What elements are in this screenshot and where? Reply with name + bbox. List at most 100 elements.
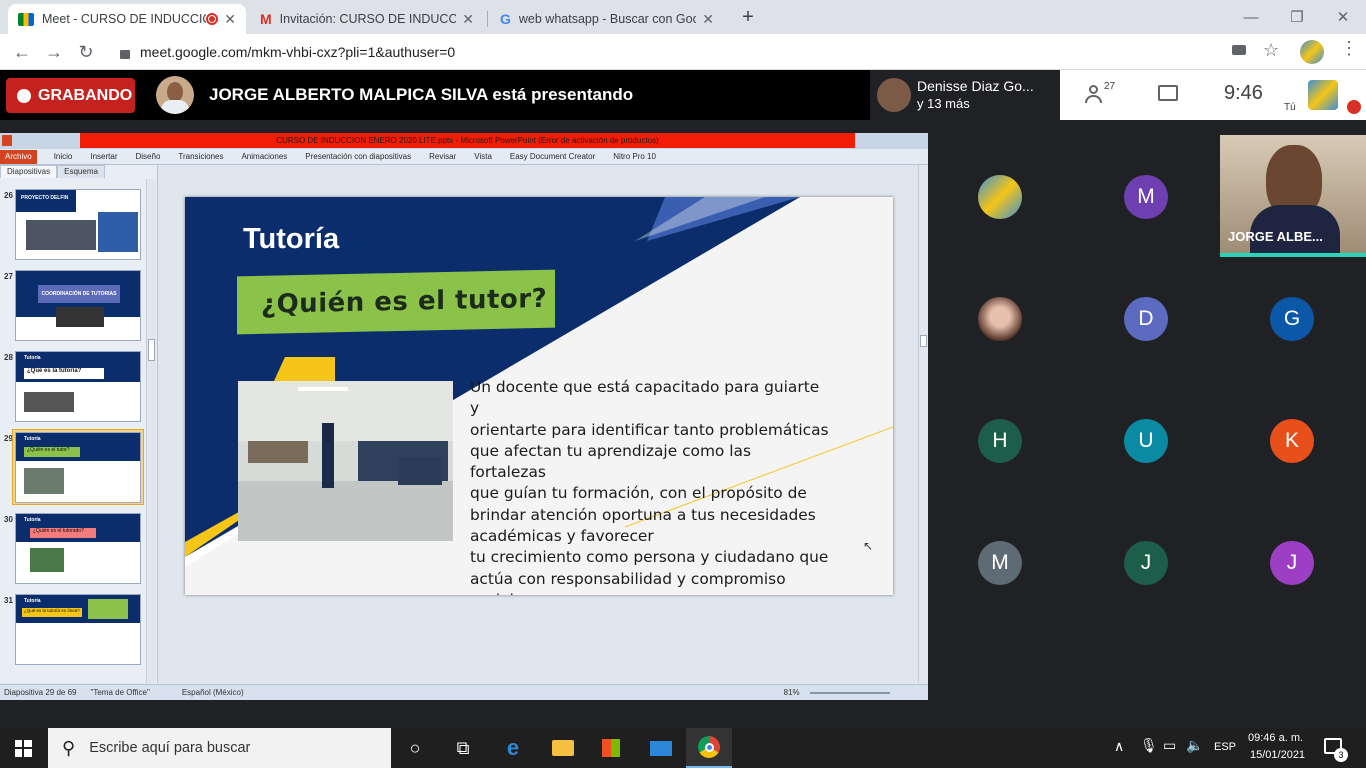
ribbon-presentacion[interactable]: Presentación con diapositivas [305, 152, 411, 161]
participant-initial: G [1283, 307, 1301, 330]
thumbnail-slide-27[interactable]: COORDINACIÓN DE TUTORIAS [15, 270, 141, 341]
thumb-number: 26 [4, 191, 13, 200]
participant-initial: H [992, 429, 1008, 452]
chevron-up-icon[interactable]: ∧ [1114, 738, 1124, 755]
thumb-number: 31 [4, 596, 13, 605]
slide-scrollbar[interactable] [918, 165, 928, 683]
microphone-icon[interactable]: 🎙 [1140, 737, 1158, 754]
ribbon-diseno[interactable]: Diseño [136, 152, 161, 161]
chrome-icon[interactable] [686, 728, 732, 768]
slide-body-text: Un docente que está capacitado para guia… [470, 377, 830, 595]
ribbon-vista[interactable]: Vista [474, 152, 492, 161]
participant-avatar[interactable]: J [1124, 541, 1168, 585]
body-line: que guían tu formación, con el propósito… [470, 484, 807, 503]
meeting-clock: 9:46 [1224, 82, 1263, 104]
self-avatar [1308, 80, 1338, 110]
back-arrow-icon[interactable]: ← [10, 40, 34, 64]
tab-diapositivas[interactable]: Diapositivas [0, 165, 58, 178]
zoom-slider[interactable] [809, 691, 890, 694]
browser-tab-strip: Meet - CURSO DE INDUCCIO ✕ M Invitación:… [0, 0, 1366, 34]
ppt-title-bar: CURSO DE INDUCCION ENERO 2020 LITE.pptx … [0, 133, 928, 149]
participant-avatar[interactable] [978, 297, 1022, 341]
participant-avatar[interactable]: M [1124, 175, 1168, 219]
participant-preview[interactable]: Denisse Diaz Go... y 13 más [870, 70, 1060, 120]
slide-banner: ¿Quién es el tutor? [237, 269, 555, 335]
network-icon[interactable]: ▭ [1163, 737, 1176, 754]
featured-participant-tile[interactable]: JORGE ALBE... [1220, 135, 1366, 257]
ribbon-easy-document[interactable]: Easy Document Creator [510, 152, 595, 161]
close-tab-icon[interactable]: ✕ [462, 11, 474, 28]
participant-initial: U [1138, 429, 1154, 452]
notification-count: 3 [1334, 748, 1348, 762]
ribbon-archivo[interactable]: Archivo [0, 149, 37, 164]
star-icon[interactable]: ☆ [1263, 40, 1279, 61]
tab-google-search[interactable]: G web whatsapp - Buscar con Goo ✕ [490, 4, 724, 34]
tab-meet[interactable]: Meet - CURSO DE INDUCCIO ✕ [8, 4, 246, 34]
thumbnail-slide-31[interactable]: Tutoría ¿Qué es la tutoría en línea? [15, 594, 141, 665]
language-indicator[interactable]: ESP [1214, 741, 1236, 753]
thumbnail-slide-29[interactable]: Tutoría ¿Quién es el tutor? [15, 432, 141, 503]
participant-avatar[interactable] [978, 175, 1022, 219]
cortana-icon[interactable]: ○ [392, 728, 438, 768]
close-tab-icon[interactable]: ✕ [224, 11, 236, 28]
new-tab-button[interactable]: + [736, 4, 760, 30]
participant-avatar[interactable]: H [978, 419, 1022, 463]
close-tab-icon[interactable]: ✕ [702, 11, 714, 28]
body-line: que afectan tu aprendizaje como las fort… [470, 441, 751, 482]
store-icon[interactable] [588, 728, 634, 768]
clock-date[interactable]: 15/01/2021 [1250, 749, 1305, 761]
meet-favicon-icon [18, 12, 34, 26]
close-window-button[interactable]: ✕ [1320, 0, 1366, 34]
taskbar-search[interactable]: ⚲ Escribe aquí para buscar [48, 728, 391, 768]
thumb-number: 28 [4, 353, 13, 362]
chat-icon[interactable] [1158, 85, 1178, 101]
tab-gmail[interactable]: M Invitación: CURSO DE INDUCCIO ✕ [250, 4, 484, 34]
ribbon-nitro[interactable]: Nitro Pro 10 [613, 152, 656, 161]
profile-avatar[interactable] [1300, 40, 1324, 64]
tab-esquema[interactable]: Esquema [57, 165, 105, 178]
reload-icon[interactable]: ↻ [74, 40, 98, 64]
body-line: orientarte para identificar tanto proble… [470, 420, 829, 439]
ppt-title: CURSO DE INDUCCION ENERO 2020 LITE.pptx … [80, 133, 855, 148]
presenter-avatar [156, 76, 194, 114]
ribbon-inicio[interactable]: Inicio [54, 152, 73, 161]
edge-icon[interactable]: e [490, 728, 536, 768]
ribbon-animaciones[interactable]: Animaciones [241, 152, 287, 161]
thumbs-scrollbar[interactable] [146, 179, 156, 683]
thumbnail-slide-28[interactable]: Tutoría ¿Qué es la tutoría? [15, 351, 141, 422]
mic-off-icon[interactable] [1347, 100, 1361, 114]
search-placeholder: Escribe aquí para buscar [89, 740, 251, 756]
clock-time[interactable]: 09:46 a. m. [1248, 732, 1303, 744]
minimize-button[interactable]: — [1228, 0, 1274, 34]
restore-button[interactable]: ❐ [1274, 0, 1320, 34]
shared-screen-powerpoint: CURSO DE INDUCCION ENERO 2020 LITE.pptx … [0, 133, 928, 700]
forward-arrow-icon[interactable]: → [42, 40, 66, 64]
participant-avatar[interactable]: D [1124, 297, 1168, 341]
file-explorer-icon[interactable] [540, 728, 586, 768]
address-bar[interactable]: meet.google.com/mkm-vhbi-cxz?pli=1&authu… [110, 38, 1288, 66]
volume-icon[interactable]: 🔈 [1186, 737, 1203, 754]
participant-avatar[interactable]: J [1270, 541, 1314, 585]
thumbnail-slide-26[interactable]: PROYECTO DELFIN [15, 189, 141, 260]
task-view-icon[interactable]: ⧉ [440, 728, 486, 768]
status-slide-count: Diapositiva 29 de 69 [4, 688, 77, 697]
participant-avatar[interactable]: G [1270, 297, 1314, 341]
ribbon-transiciones[interactable]: Transiciones [178, 152, 223, 161]
participant-avatar[interactable]: U [1124, 419, 1168, 463]
search-icon: ⚲ [62, 737, 76, 758]
recording-badge: GRABANDO [6, 78, 135, 113]
windows-start-icon[interactable] [0, 728, 46, 768]
participant-initial: J [1140, 551, 1152, 574]
mail-icon[interactable] [638, 728, 684, 768]
ribbon-insertar[interactable]: Insertar [90, 152, 117, 161]
participant-avatar[interactable]: K [1270, 419, 1314, 463]
thumbnail-slide-30[interactable]: Tutoría ¿Quién es el tutorado? [15, 513, 141, 584]
menu-dots-icon[interactable]: ⋮ [1340, 38, 1358, 59]
ppt-ribbon: Archivo Inicio Insertar Diseño Transicio… [0, 149, 928, 165]
lock-icon [120, 49, 130, 59]
camera-icon[interactable] [1232, 45, 1246, 55]
ribbon-revisar[interactable]: Revisar [429, 152, 456, 161]
tab-separator [487, 11, 488, 27]
body-line: académicas y favorecer [470, 527, 654, 546]
participant-avatar[interactable]: M [978, 541, 1022, 585]
